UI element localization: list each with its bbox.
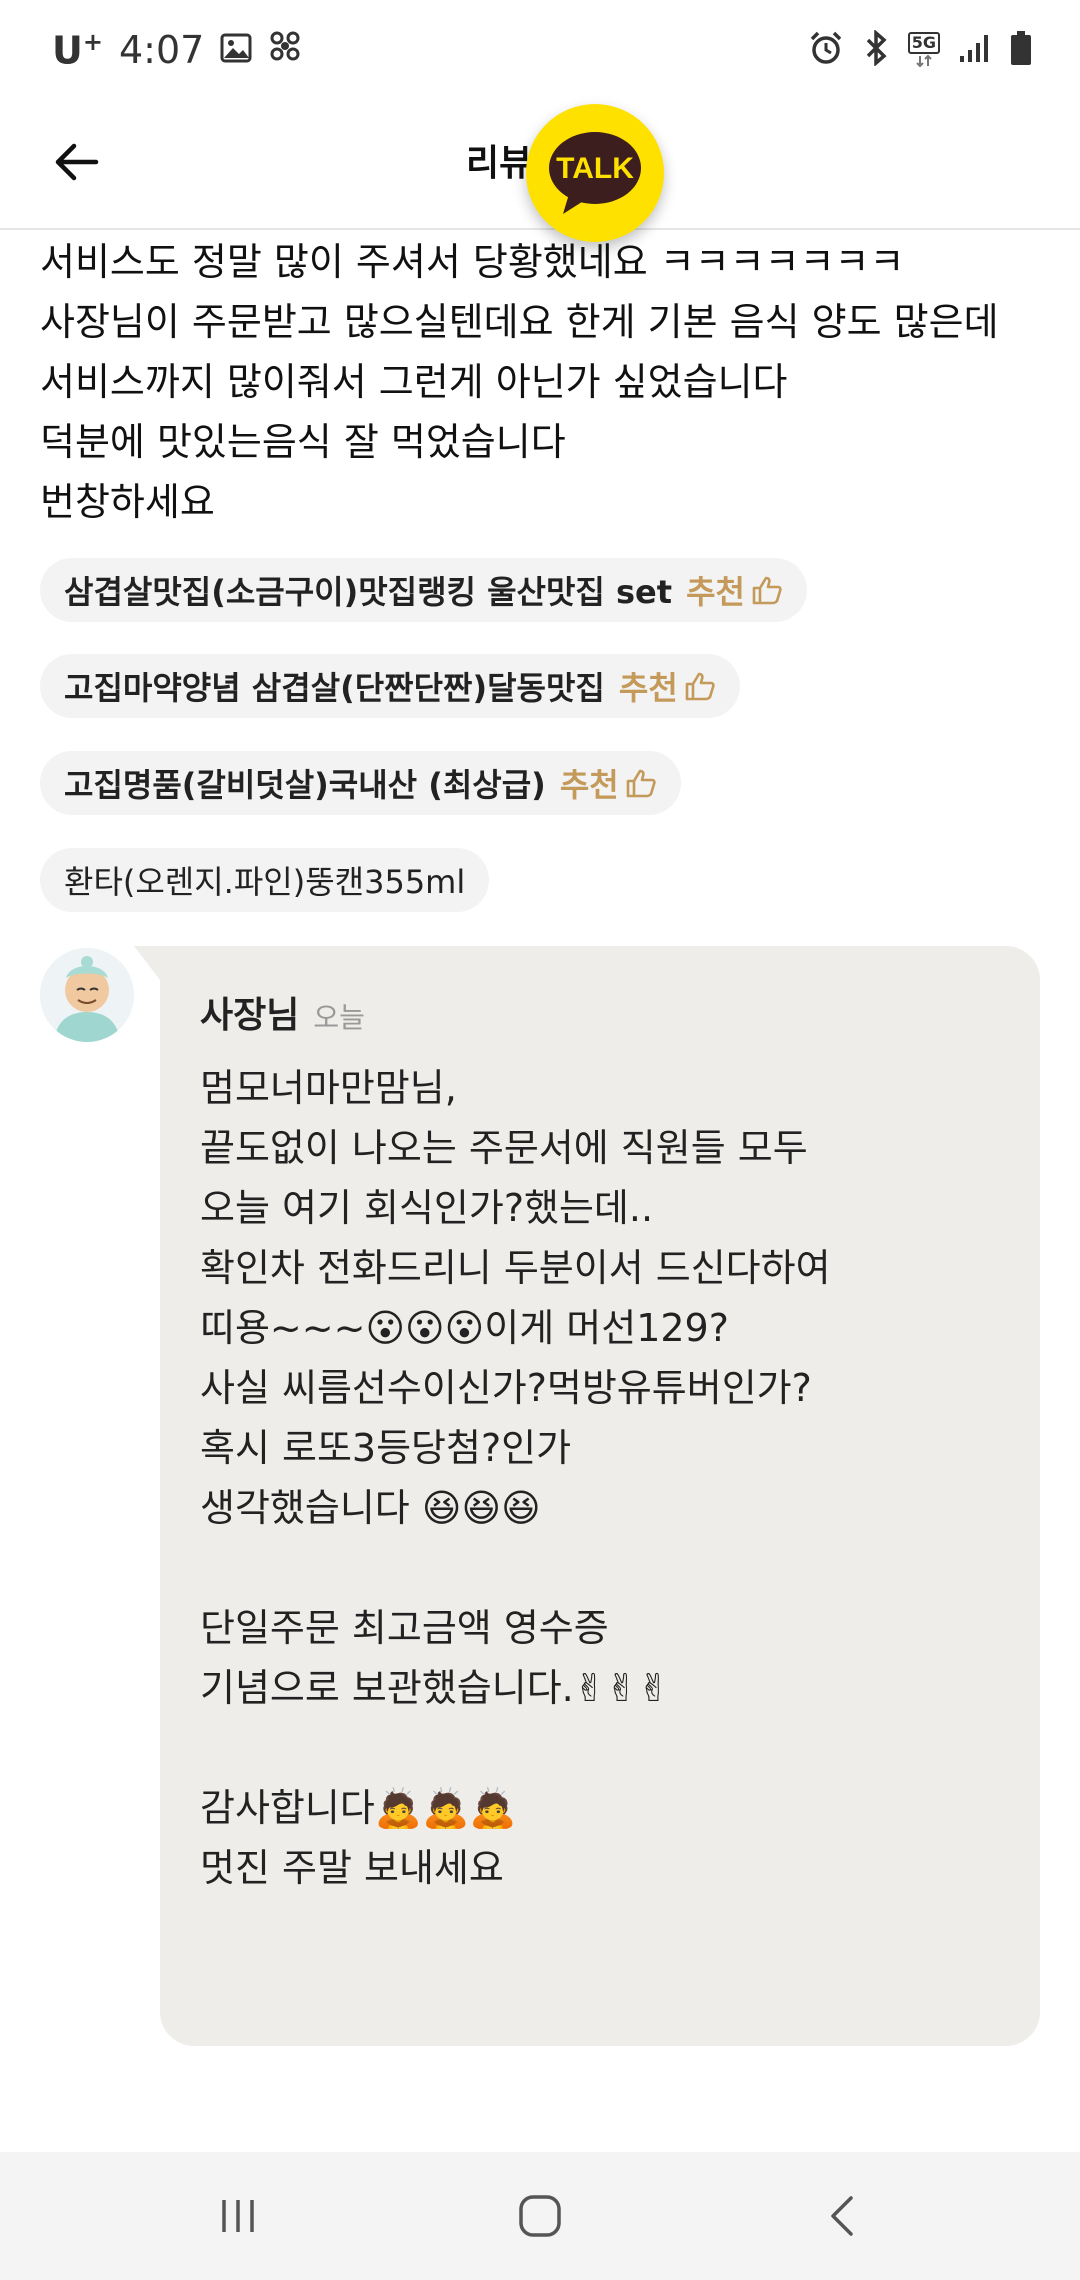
- home-button[interactable]: [500, 2184, 580, 2248]
- bluetooth-icon: [862, 29, 890, 70]
- svg-text:TALK: TALK: [556, 152, 634, 185]
- arrow-left-icon: [55, 143, 99, 181]
- thumbs-up-icon: [685, 672, 715, 701]
- reply-line: 확인차 전화드리니 두분이서 드신다하여: [200, 1246, 831, 1290]
- system-back-button[interactable]: [802, 2184, 882, 2248]
- menu-item-chip[interactable]: 환타(오렌지.파인)뚱캔355ml: [40, 848, 490, 912]
- reply-line: 감사합니다🙇🙇🙇: [200, 1786, 517, 1830]
- menu-item-chip[interactable]: 고집명품(갈비덧살)국내산 (최상급) 추천: [40, 751, 681, 815]
- menu-item-chip[interactable]: 고집마약양념 삼겹살(단짠단짠)달동맛집 추천: [40, 654, 740, 718]
- navigation-bar: [0, 2152, 1080, 2280]
- review-body: 서비스도 정말 많이 주셔서 당황했네요 ㅋㅋㅋㅋㅋㅋㅋ 사장님이 주문받고 많…: [40, 232, 1050, 532]
- menu-item-name: 환타(오렌지.파인)뚱캔355ml: [64, 863, 466, 901]
- network-5g-icon: 5G: [907, 32, 940, 68]
- thumbs-up-icon: [752, 576, 782, 605]
- owner-reply: 사장님 오늘 멈모너마만맘님, 끝도없이 나오는 주문서에 직원들 모두 오늘 …: [134, 946, 1040, 2046]
- recommend-badge: 추천: [686, 567, 783, 613]
- owner-avatar[interactable]: [40, 948, 134, 1042]
- home-icon: [519, 2195, 561, 2237]
- pinwheel-icon: [268, 28, 302, 72]
- reply-line: 오늘 여기 회식인가?했는데..: [200, 1186, 654, 1230]
- reply-body: 멈모너마만맘님, 끝도없이 나오는 주문서에 직원들 모두 오늘 여기 회식인가…: [200, 1058, 1020, 1898]
- reply-line: 멋진 주말 보내세요: [200, 1846, 504, 1890]
- review-line: 사장님이 주문받고 많으실텐데요 한게 기본 음식 양도 많은데: [40, 300, 999, 344]
- reply-date: 오늘: [313, 1001, 365, 1034]
- review-line: 서비스도 정말 많이 주셔서 당황했네요 ㅋㅋㅋㅋㅋㅋㅋ: [40, 240, 905, 284]
- reply-line: 사실 씨름선수이신가?먹방유튜버인가?: [200, 1366, 812, 1410]
- review-line: 덕분에 맛있는음식 잘 먹었습니다: [40, 420, 566, 464]
- menu-item-name: 고집마약양념 삼겹살(단짠단짠)달동맛집: [64, 669, 605, 707]
- menu-item-chip[interactable]: 삼겹살맛집(소금구이)맛집랭킹 울산맛집 set 추천: [40, 558, 807, 622]
- reply-line: 혹시 로또3등당첨?인가: [200, 1426, 572, 1470]
- reply-line: [200, 1538, 1020, 1598]
- alarm-icon: [808, 30, 844, 70]
- recommend-badge: 추천: [619, 663, 716, 709]
- gallery-icon: [220, 28, 252, 72]
- signal-icon: [958, 32, 992, 68]
- battery-icon: [1010, 30, 1032, 70]
- status-time: 4:07: [118, 28, 205, 73]
- reply-line: [200, 1718, 1020, 1778]
- page-title: 리뷰: [466, 143, 533, 184]
- owner-name: 사장님: [200, 995, 300, 1036]
- reply-line: 멈모너마만맘님,: [200, 1066, 457, 1110]
- back-icon: [831, 2196, 853, 2236]
- recommend-badge: 추천: [560, 760, 657, 806]
- back-button[interactable]: [44, 130, 108, 194]
- thumbs-up-icon: [626, 769, 656, 798]
- reply-line: 기념으로 보관했습니다.✌✌✌: [200, 1666, 670, 1710]
- reply-line: 띠용~~~😮😮😮이게 머선129?: [200, 1306, 729, 1350]
- menu-item-name: 고집명품(갈비덧살)국내산 (최상급): [64, 766, 546, 804]
- talk-bubble-icon: TALK: [549, 132, 641, 214]
- review-line: 서비스까지 많이줘서 그런게 아닌가 싶었습니다: [40, 360, 788, 404]
- review-line: 번창하세요: [40, 480, 215, 524]
- recent-apps-icon: [222, 2200, 254, 2232]
- menu-item-name: 삼겹살맛집(소금구이)맛집랭킹 울산맛집 set: [64, 573, 673, 611]
- recent-apps-button[interactable]: [198, 2184, 278, 2248]
- status-bar: U+ 4:07 5G: [0, 0, 1080, 100]
- carrier-label: U+: [52, 28, 103, 73]
- reply-line: 단일주문 최고금액 영수증: [200, 1606, 609, 1650]
- reply-line: 생각했습니다 😆😆😆: [200, 1486, 541, 1530]
- kakaotalk-button[interactable]: TALK: [526, 104, 664, 242]
- reply-line: 끝도없이 나오는 주문서에 직원들 모두: [200, 1126, 808, 1170]
